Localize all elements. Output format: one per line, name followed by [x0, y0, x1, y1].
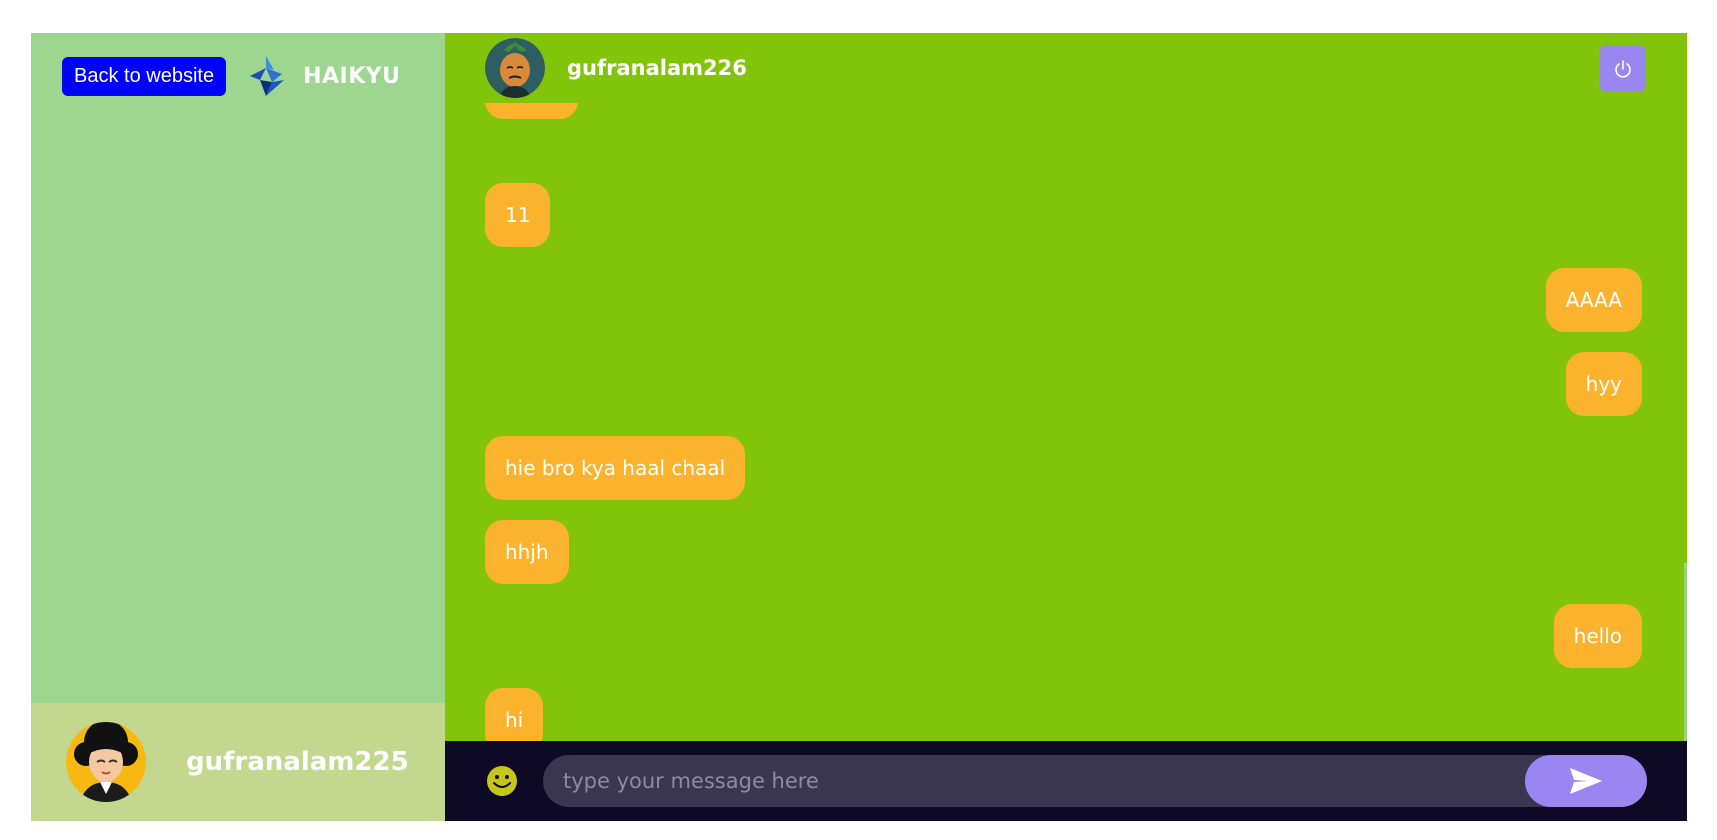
message-scrollbar[interactable]: [1684, 563, 1687, 741]
peer-avatar-icon: [485, 38, 545, 98]
message-bubble: AAAA: [1545, 268, 1642, 332]
diamond-logo-icon: [250, 56, 285, 96]
message-input-wrap: [543, 755, 1647, 807]
chat-header: gufranalam226: [445, 33, 1687, 103]
peer-username: gufranalam226: [567, 56, 747, 80]
message-bubble: hhjh: [485, 520, 569, 584]
smiley-icon[interactable]: [485, 764, 519, 798]
brand-row: Back to website HAIKYU: [62, 54, 401, 98]
current-username: gufranalam225: [186, 747, 409, 777]
message-bubble: hello: [1553, 604, 1642, 668]
message-composer: [445, 741, 1687, 821]
message-bubble: hyy: [1565, 352, 1642, 416]
message-bubble: 11: [485, 183, 551, 247]
logout-button[interactable]: [1599, 45, 1646, 92]
message-bubble: hi: [485, 688, 544, 741]
message-list: 11 AAAA hyy hie bro kya haal chaal hhjh …: [445, 103, 1687, 741]
current-user-bar: gufranalam225: [31, 703, 445, 821]
send-icon: [1570, 768, 1602, 794]
brand-name: HAIKYU: [303, 63, 401, 89]
message-bubble: hie bro kya haal chaal: [485, 436, 746, 500]
back-to-website-button[interactable]: Back to website: [62, 56, 227, 96]
sidebar: Back to website HAIKYU gufranalam225: [31, 33, 445, 821]
chat-panel: gufranalam226 11 AAAA hyy hie bro kya ha…: [445, 33, 1687, 821]
message-bubble-partial: [485, 103, 578, 119]
power-icon: [1614, 59, 1631, 77]
user-avatar-icon: [66, 722, 146, 802]
message-input[interactable]: [563, 755, 1523, 807]
chat-app: Back to website HAIKYU gufranalam225 guf…: [31, 33, 1687, 821]
send-button[interactable]: [1525, 755, 1647, 807]
